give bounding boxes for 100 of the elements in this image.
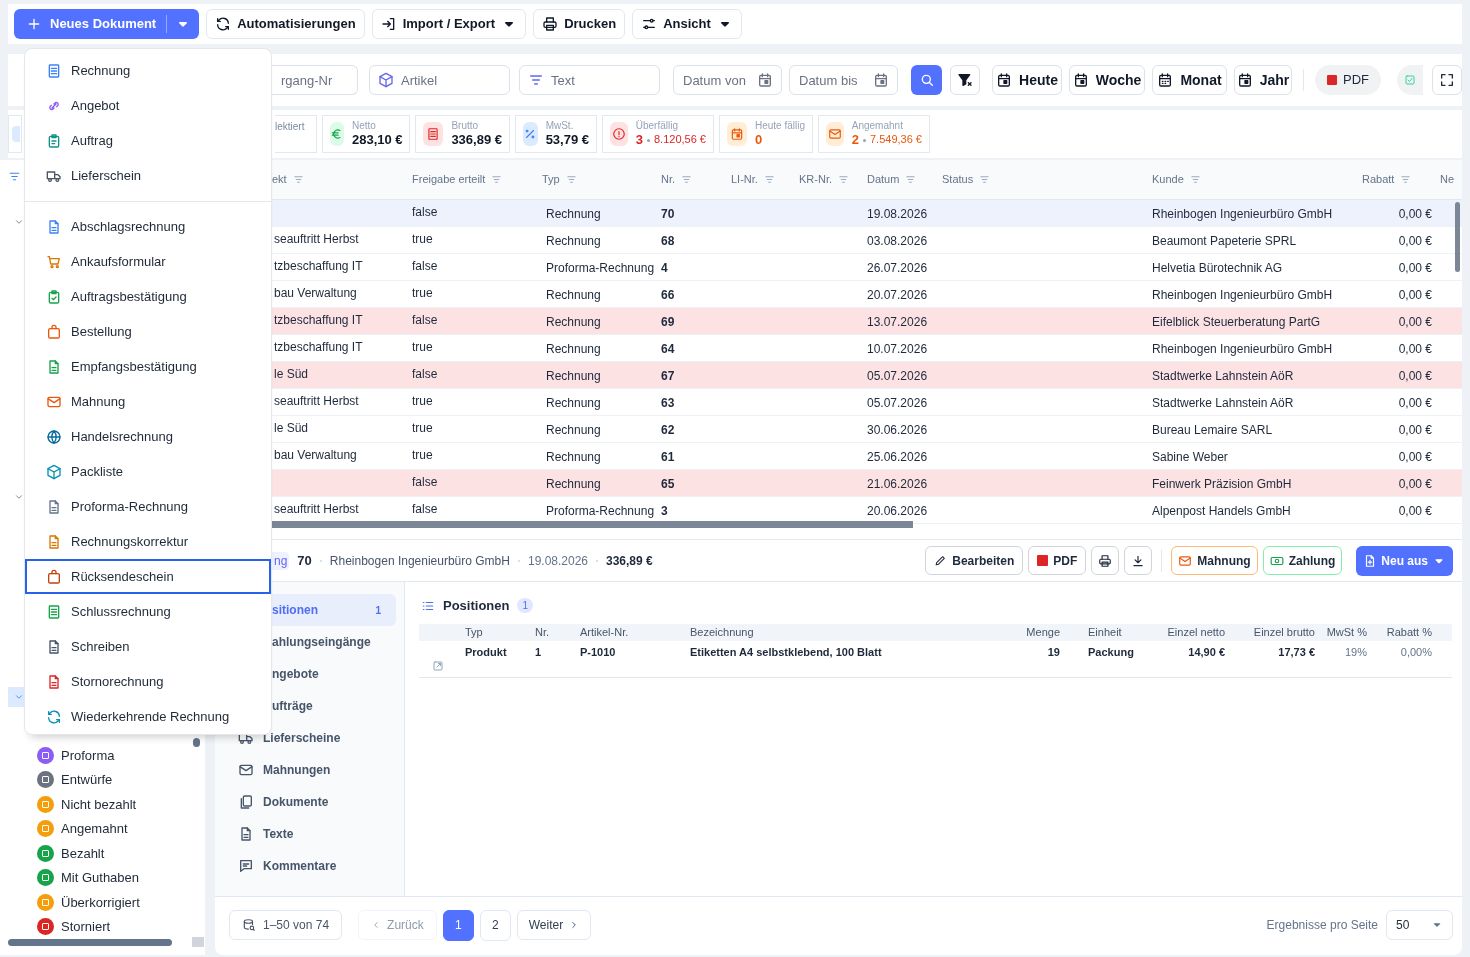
table-cell-text: 0,00 € (1397, 422, 1433, 439)
table-cell-text: 20.06.2026 (867, 503, 929, 520)
scrollbar-thumb[interactable] (193, 738, 200, 747)
clear-filter-button[interactable] (950, 65, 980, 95)
table-cell-text: 0,00 € (1397, 206, 1433, 223)
sliders-icon (641, 16, 658, 32)
toolbar-button[interactable]: Drucken (533, 9, 626, 39)
table-cell-text: Rechnung (545, 395, 602, 412)
clipboard-check-icon (46, 288, 62, 305)
column-header[interactable]: KR-Nr. (799, 171, 849, 188)
envelope-icon (238, 762, 254, 778)
document-icon (46, 218, 62, 235)
sidebar-item[interactable]: Mit Guthaben (61, 868, 140, 888)
sidebar-item[interactable]: Angemahnt (61, 819, 128, 839)
menu-item[interactable]: Schreiben (25, 629, 271, 664)
sidebar-item[interactable]: Storniert (61, 917, 111, 937)
scrollbar-thumb[interactable] (270, 521, 913, 528)
filter-field[interactable]: rgang-Nr (272, 65, 358, 95)
menu-item[interactable]: Stornorechnung (25, 664, 271, 699)
per-page-select[interactable]: 50 (1386, 910, 1453, 940)
next-button[interactable]: Weiter (516, 910, 592, 940)
filter-field[interactable]: Text (519, 65, 660, 95)
table-cell-text: tzbeschaffung IT (273, 258, 364, 275)
table-cell-text: true (412, 420, 434, 437)
sidebar-item[interactable]: Proforma (61, 745, 115, 765)
column-header[interactable]: Status (942, 171, 991, 188)
detail-tab[interactable]: Kommentare (223, 850, 396, 882)
per-page-label: Ergebnisse pro Seite (1266, 917, 1378, 934)
sidebar-item[interactable]: Überkorrigiert (61, 892, 140, 912)
table-cell-text: 20.07.2026 (867, 287, 929, 304)
fullscreen-button[interactable] (1432, 65, 1462, 95)
toolbar-button[interactable]: Automatisierungen (206, 9, 365, 39)
column-header[interactable]: Kunde (1152, 171, 1201, 188)
table-cell-text: Eifelblick Steuerberatung PartG (1152, 314, 1322, 331)
detail-tab[interactable]: Mahnungen (223, 754, 396, 786)
menu-item[interactable]: Rechnungskorrektur (25, 524, 271, 559)
pdf-button[interactable]: PDF (1315, 65, 1381, 95)
print-button[interactable] (1091, 546, 1120, 575)
table-cell-text: 0,00 € (1397, 476, 1433, 493)
column-header: MwSt % (1325, 624, 1368, 640)
menu-item[interactable]: Angebot (25, 88, 271, 123)
menu-item[interactable]: Rechnung (25, 53, 271, 88)
calendar-icon (996, 72, 1013, 88)
date-range-button[interactable]: Woche (1069, 65, 1145, 95)
column-header[interactable]: Freigabe erteilt (412, 171, 503, 188)
new-from-button[interactable]: Neu aus (1356, 545, 1453, 576)
table-cell-text: seauftritt Herbst (273, 231, 360, 248)
detail-tab[interactable]: Texte (223, 818, 396, 850)
table-cell-text: Produkt (465, 644, 508, 660)
toolbar-button[interactable]: Import / Export (371, 9, 527, 39)
scrollbar-thumb[interactable] (8, 938, 172, 946)
column-header: Nr. (535, 624, 551, 640)
column-header[interactable]: Datum (867, 171, 917, 188)
scrollbar-thumb[interactable] (1455, 202, 1460, 272)
date-field[interactable]: Datum bis (789, 65, 898, 95)
detail-tab[interactable]: Dokumente (223, 786, 396, 818)
sidebar-item[interactable]: Entwürfe (61, 770, 113, 790)
sidebar-item[interactable]: Bezahlt (61, 843, 105, 863)
fullscreen-icon (1439, 72, 1455, 88)
filter-field[interactable]: Artikel (369, 65, 510, 95)
column-header[interactable]: Rabatt (1362, 171, 1412, 188)
table-cell-text: bau Verwaltung (273, 285, 358, 302)
date-range-button[interactable]: Monat (1152, 65, 1227, 95)
calendar-icon (873, 72, 889, 88)
column-header: Bezeichnung (690, 624, 755, 640)
stat-value: 336,89 € (451, 132, 502, 149)
menu-item[interactable]: Lieferschein (25, 158, 271, 193)
date-field[interactable]: Datum von (673, 65, 782, 95)
menu-item[interactable]: Auftrag (25, 123, 271, 158)
date-range-button[interactable]: Heute (992, 65, 1062, 95)
page-button[interactable]: 1 (442, 909, 474, 941)
edit-button[interactable]: Bearbeiten (925, 546, 1024, 575)
filter-icon (1189, 174, 1201, 185)
clipboard-icon (46, 132, 62, 149)
column-header[interactable]: ekt (272, 171, 304, 188)
search-button[interactable] (911, 65, 942, 95)
column-header[interactable]: LI-Nr. (731, 171, 775, 188)
result-range-button[interactable]: 1–50 von 74 (229, 910, 343, 940)
page-button[interactable]: 2 (479, 909, 511, 941)
new-document-split-button[interactable]: Neues Dokument (14, 9, 200, 39)
date-range-button[interactable]: Jahr (1234, 65, 1292, 95)
toolbar-button[interactable]: Ansicht (632, 9, 742, 39)
column-header[interactable]: Ne (1440, 171, 1455, 188)
table-cell-text: Rechnung (545, 449, 602, 466)
column-header[interactable]: Nr. (661, 171, 693, 188)
export-check-button[interactable] (1397, 65, 1423, 95)
pdf-button[interactable]: PDF (1028, 546, 1087, 575)
column-header[interactable]: Typ (542, 171, 577, 188)
menu-item[interactable]: Wiederkehrende Rechnung (25, 699, 271, 734)
sidebar-item[interactable]: Nicht bezahlt (61, 794, 137, 814)
document-icon (46, 673, 62, 690)
table-cell-text: seauftritt Herbst (273, 501, 360, 518)
column-header: Einzel brutto (1252, 624, 1316, 640)
dunning-button[interactable]: Mahnung (1171, 546, 1258, 575)
payment-button[interactable]: Zahlung (1262, 546, 1343, 575)
documents-icon (238, 794, 254, 810)
calendar-icon (1236, 72, 1253, 88)
download-button[interactable] (1124, 546, 1153, 575)
menu-item[interactable]: Rücksendeschein (25, 559, 271, 594)
new-document-button[interactable]: Neues Dokument (14, 14, 167, 34)
